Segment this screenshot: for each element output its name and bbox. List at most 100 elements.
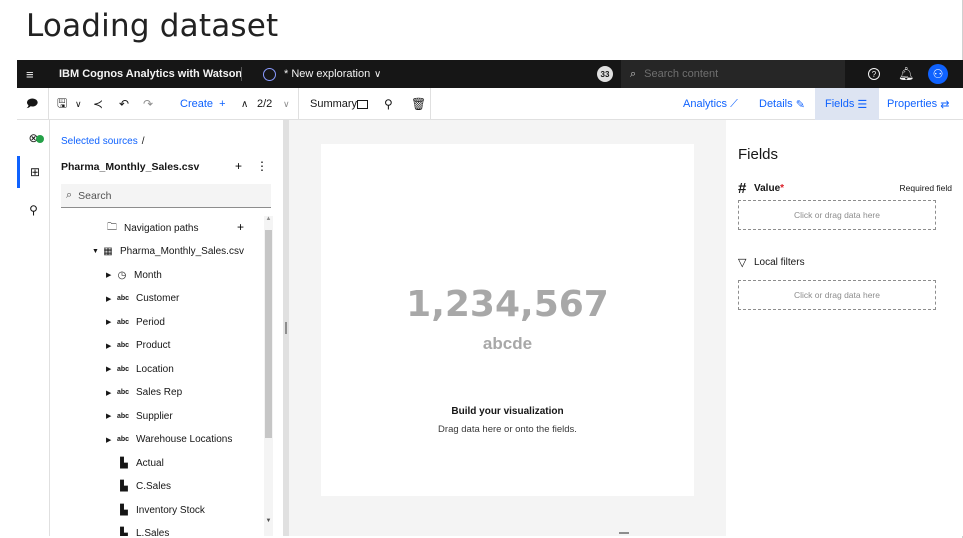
details-label: Details: [759, 98, 793, 110]
splitter-grip[interactable]: [285, 322, 287, 334]
breadcrumb-separator: /: [141, 136, 145, 147]
tree-item[interactable]: ▶ ◷ Month: [106, 265, 162, 285]
tree-item[interactable]: ▶ abc Product: [106, 336, 170, 356]
caret-right-icon[interactable]: ▶: [106, 271, 116, 279]
notifications-bell-icon[interactable]: 🔔︎: [898, 60, 915, 88]
table-icon: ▦: [103, 246, 113, 257]
abc-icon: abc: [116, 436, 130, 443]
toolbar: 🗩 🖫 ∨ ≺ ↶ ↷ Create + ∧ 2/2 ∨ Summary ⚲ 🗑…: [17, 88, 963, 120]
value-label: Value: [754, 183, 781, 194]
delete-icon[interactable]: 🗑: [411, 88, 426, 120]
tree-item-label: Month: [134, 269, 162, 281]
search-content-box[interactable]: ⌕: [621, 60, 845, 88]
fields-panel: Fields # Value* Required field Click or …: [726, 120, 963, 536]
caret-right-icon[interactable]: ▶: [106, 342, 116, 350]
abc-icon: abc: [116, 412, 130, 420]
tree-item[interactable]: ▶ abc Sales Rep: [106, 383, 182, 403]
tree-item[interactable]: ▶ abc Period: [106, 312, 165, 332]
details-tab[interactable]: Details ✎: [759, 88, 805, 120]
topbar-divider: [241, 67, 242, 81]
tree-item-label: Period: [136, 316, 165, 328]
tree-item[interactable]: ▙ L.Sales: [118, 524, 169, 536]
tree-item-label: Product: [136, 340, 171, 351]
canvas-area: 1,234,567 abcde Build your visualization…: [289, 120, 726, 536]
tree-item[interactable]: ▶ abc Location: [106, 359, 174, 379]
selected-sources-link[interactable]: Selected sources: [61, 136, 138, 147]
exploration-icon: [263, 68, 276, 81]
fields-tab[interactable]: Fields ☰: [815, 88, 879, 120]
search-icon: ⌕: [66, 189, 73, 201]
properties-label: Properties: [887, 98, 938, 110]
chat-icon[interactable]: 🗩: [26, 88, 38, 120]
tree-item-label: Customer: [136, 293, 180, 304]
properties-tab[interactable]: Properties ⇄: [887, 88, 949, 120]
tree-item-label: Supplier: [136, 410, 173, 422]
summary-button[interactable]: Summary: [310, 88, 357, 120]
canvas-resize-grip[interactable]: [619, 532, 629, 534]
scroll-up-arrow-icon[interactable]: ▲: [264, 216, 273, 222]
share-icon[interactable]: ≺: [93, 88, 103, 120]
add-icon[interactable]: +: [235, 159, 242, 173]
required-marker: *: [780, 183, 785, 194]
tree-item[interactable]: ▙ Actual: [118, 453, 164, 473]
slide-title: Loading dataset: [26, 8, 279, 44]
save-menu-chevron-icon[interactable]: ∨: [75, 88, 82, 120]
chevron-up-icon[interactable]: ∧: [241, 88, 248, 120]
abc-icon: abc: [116, 389, 130, 396]
search-content-input[interactable]: [644, 68, 825, 80]
caret-down-icon[interactable]: ▼: [92, 248, 102, 255]
build-visualization-title: Build your visualization: [451, 406, 564, 417]
source-search-input[interactable]: [78, 189, 259, 202]
hamburger-menu-icon[interactable]: ≡: [26, 60, 34, 88]
data-tree-icon[interactable]: ⊞: [17, 156, 50, 188]
abc-icon: abc: [116, 342, 130, 349]
visualization-card[interactable]: 1,234,567 abcde Build your visualization…: [321, 144, 694, 496]
source-panel: Selected sources / Pharma_Monthly_Sales.c…: [50, 120, 283, 536]
sliders-icon: ⇄: [940, 98, 950, 111]
filters-drop-zone[interactable]: Click or drag data here: [738, 280, 936, 310]
tree-item[interactable]: ▙ C.Sales: [118, 477, 171, 497]
fields-panel-title: Fields: [738, 146, 779, 163]
caret-right-icon[interactable]: ▶: [106, 389, 116, 397]
undo-icon[interactable]: ↶: [119, 88, 129, 120]
pin-icon[interactable]: ⚲: [384, 88, 393, 120]
user-avatar-icon[interactable]: ⚇: [928, 64, 948, 84]
search-icon: ⌕: [630, 67, 637, 80]
tree-item[interactable]: ▶ abc Warehouse Locations: [106, 430, 232, 450]
breadcrumb: Selected sources /: [61, 136, 145, 147]
analytics-label: Analytics: [683, 98, 728, 110]
save-icon[interactable]: 🖫: [57, 88, 67, 120]
tree-item[interactable]: 🗀 Navigation paths: [106, 218, 199, 238]
source-name: Pharma_Monthly_Sales.csv: [61, 161, 200, 173]
caret-right-icon[interactable]: ▶: [106, 412, 116, 420]
app-brand: IBM Cognos Analytics with Watson: [59, 68, 243, 80]
overflow-menu-icon[interactable]: ⋮: [256, 159, 268, 173]
abc-icon: abc: [116, 318, 130, 326]
abc-icon: abc: [116, 365, 130, 373]
notification-count-badge[interactable]: 33: [597, 66, 613, 82]
measure-icon: ▙: [120, 481, 128, 492]
value-drop-zone[interactable]: Click or drag data here: [738, 200, 936, 230]
chevron-down-icon[interactable]: ∨: [374, 60, 381, 88]
tree-item[interactable]: ▙ Inventory Stock: [118, 500, 205, 520]
caret-right-icon[interactable]: ▶: [106, 365, 116, 373]
pin-icon[interactable]: ⚲: [17, 200, 50, 220]
help-icon[interactable]: ?: [868, 68, 880, 80]
analytics-tab[interactable]: Analytics ⟋: [683, 88, 738, 120]
tree-item[interactable]: ▶ abc Customer: [106, 289, 179, 309]
tree-item[interactable]: ▼ ▦ Pharma_Monthly_Sales.csv: [92, 242, 244, 262]
chevron-down-icon[interactable]: ∨: [283, 88, 290, 120]
source-search-box[interactable]: ⌕: [61, 184, 271, 208]
caret-right-icon[interactable]: ▶: [106, 318, 116, 326]
scroll-down-arrow-icon[interactable]: ▼: [264, 518, 273, 524]
summary-icon[interactable]: [357, 100, 368, 109]
caret-right-icon[interactable]: ▶: [106, 436, 116, 444]
create-button[interactable]: Create +: [180, 88, 226, 120]
redo-icon[interactable]: ↷: [143, 88, 153, 120]
tree-item[interactable]: ▶ abc Supplier: [106, 406, 173, 426]
data-sources-icon[interactable]: ⊗: [17, 128, 50, 148]
caret-right-icon[interactable]: ▶: [106, 295, 116, 303]
exploration-title[interactable]: * New exploration: [284, 60, 370, 88]
add-navigation-path-icon[interactable]: +: [237, 220, 244, 234]
scrollbar-thumb[interactable]: [265, 230, 272, 438]
